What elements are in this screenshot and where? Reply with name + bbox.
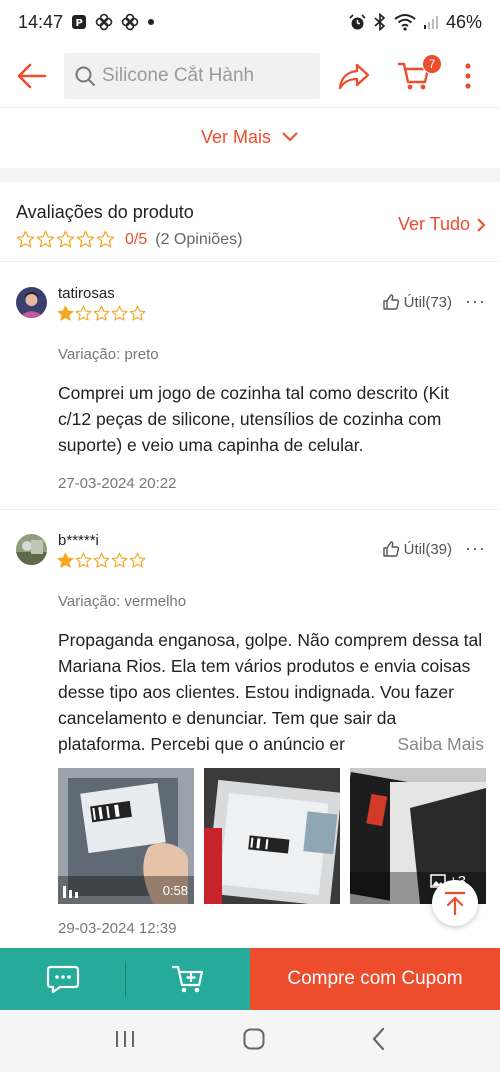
thumbs-up-icon bbox=[382, 541, 399, 557]
pinwheel-icon bbox=[95, 13, 113, 31]
recent-apps-button[interactable] bbox=[113, 1029, 137, 1054]
ver-mais-button[interactable]: Ver Mais bbox=[0, 108, 500, 166]
cart-badge: 7 bbox=[422, 54, 442, 74]
kebab-menu-icon bbox=[465, 63, 471, 89]
review-video-thumbnail[interactable]: 0:58 bbox=[58, 768, 194, 904]
avatar bbox=[16, 287, 47, 318]
star-empty-icon bbox=[111, 552, 128, 568]
chat-icon bbox=[46, 965, 79, 994]
arrow-up-icon bbox=[445, 891, 465, 916]
review-username: tatirosas bbox=[58, 285, 115, 302]
review-variation: Variação: preto bbox=[58, 346, 159, 363]
review-stars bbox=[57, 305, 146, 322]
review-media-gallery: 0:58 +3 bbox=[58, 768, 486, 904]
star-empty-icon bbox=[76, 230, 95, 248]
review-date: 27-03-2024 20:22 bbox=[58, 475, 177, 492]
system-nav-bar bbox=[0, 1010, 500, 1072]
bottom-action-bar: Compre com Cupom bbox=[0, 948, 500, 1010]
search-placeholder: Silicone Cắt Hành bbox=[102, 64, 255, 86]
star-empty-icon bbox=[36, 230, 55, 248]
cart-button[interactable]: 7 bbox=[394, 54, 442, 94]
see-all-label: Ver Tudo bbox=[397, 214, 470, 234]
star-empty-icon bbox=[75, 552, 92, 568]
share-icon bbox=[338, 63, 370, 90]
back-arrow-icon bbox=[17, 63, 47, 88]
review-image-thumbnail[interactable] bbox=[204, 768, 340, 904]
star-empty-icon bbox=[96, 230, 115, 248]
search-input[interactable]: Silicone Cắt Hành bbox=[64, 52, 320, 99]
dot-icon bbox=[147, 18, 155, 26]
helpful-button[interactable]: Útil(39) bbox=[382, 540, 452, 558]
buy-with-coupon-button[interactable]: Compre com Cupom bbox=[250, 948, 500, 1010]
avatar bbox=[16, 534, 47, 565]
battery-level: 46% bbox=[445, 11, 482, 32]
search-icon bbox=[75, 66, 95, 86]
back-button[interactable] bbox=[0, 44, 64, 108]
review-item: tatirosas Útil(73) ··· Variação: preto C… bbox=[0, 263, 500, 510]
ver-mais-label: Ver Mais bbox=[200, 126, 272, 147]
home-icon bbox=[243, 1028, 265, 1049]
review-more-options[interactable]: ··· bbox=[465, 538, 486, 559]
thumbs-up-icon bbox=[382, 294, 399, 310]
review-more-options[interactable]: ··· bbox=[465, 291, 486, 312]
svg-text:P: P bbox=[76, 18, 83, 29]
system-back-button[interactable] bbox=[371, 1027, 387, 1056]
bluetooth-icon bbox=[373, 13, 387, 31]
wifi-icon bbox=[394, 13, 416, 31]
star-empty-icon bbox=[56, 230, 75, 248]
add-to-cart-icon bbox=[171, 965, 204, 993]
review-username: b*****i bbox=[58, 532, 99, 549]
pinwheel-icon-2 bbox=[121, 13, 139, 31]
system-back-icon bbox=[373, 1027, 385, 1050]
section-divider bbox=[0, 168, 500, 182]
star-empty-icon bbox=[111, 305, 128, 321]
helpful-count: Útil(39) bbox=[403, 540, 452, 558]
review-date: 29-03-2024 12:39 bbox=[58, 920, 177, 937]
helpful-count: Útil(73) bbox=[403, 293, 452, 311]
video-duration: 0:58 bbox=[162, 883, 188, 898]
review-count: (2 Opiniões) bbox=[155, 230, 243, 248]
alarm-icon bbox=[349, 13, 366, 31]
scroll-to-top-button[interactable] bbox=[432, 880, 478, 926]
review-variation: Variação: vermelho bbox=[58, 593, 187, 610]
recent-apps-icon bbox=[115, 1030, 134, 1047]
share-button[interactable] bbox=[334, 58, 374, 94]
home-button[interactable] bbox=[242, 1027, 266, 1056]
chat-button[interactable] bbox=[0, 948, 125, 1010]
read-more-link[interactable]: Saiba Mais bbox=[357, 731, 484, 757]
star-empty-icon bbox=[93, 552, 110, 568]
video-bars-icon bbox=[63, 886, 78, 898]
star-filled-icon bbox=[57, 552, 74, 568]
rating-stars bbox=[16, 230, 115, 249]
signal-icon bbox=[423, 14, 439, 30]
star-empty-icon bbox=[93, 305, 110, 321]
reviews-header: Avaliações do produto 0/5 (2 Opiniões) V… bbox=[0, 184, 500, 262]
status-bar: 14:47 P 46% bbox=[0, 0, 500, 44]
more-options-button[interactable] bbox=[456, 58, 480, 94]
app-notification-icon: P bbox=[71, 14, 87, 30]
helpful-button[interactable]: Útil(73) bbox=[382, 293, 452, 311]
star-empty-icon bbox=[16, 230, 35, 248]
star-empty-icon bbox=[129, 552, 146, 568]
status-time: 14:47 bbox=[18, 11, 64, 32]
top-nav-header: Silicone Cắt Hành 7 bbox=[0, 44, 500, 108]
star-empty-icon bbox=[75, 305, 92, 321]
see-all-reviews-link[interactable]: Ver Tudo bbox=[398, 214, 486, 235]
chevron-down-icon bbox=[282, 132, 298, 142]
chevron-right-icon bbox=[477, 217, 486, 232]
star-empty-icon bbox=[129, 305, 146, 321]
star-filled-icon bbox=[57, 305, 74, 321]
review-stars bbox=[57, 552, 146, 569]
review-comment: Comprei um jogo de cozinha tal como desc… bbox=[58, 383, 450, 455]
add-to-cart-button[interactable] bbox=[126, 948, 250, 1010]
rating-score: 0/5 bbox=[125, 230, 148, 248]
